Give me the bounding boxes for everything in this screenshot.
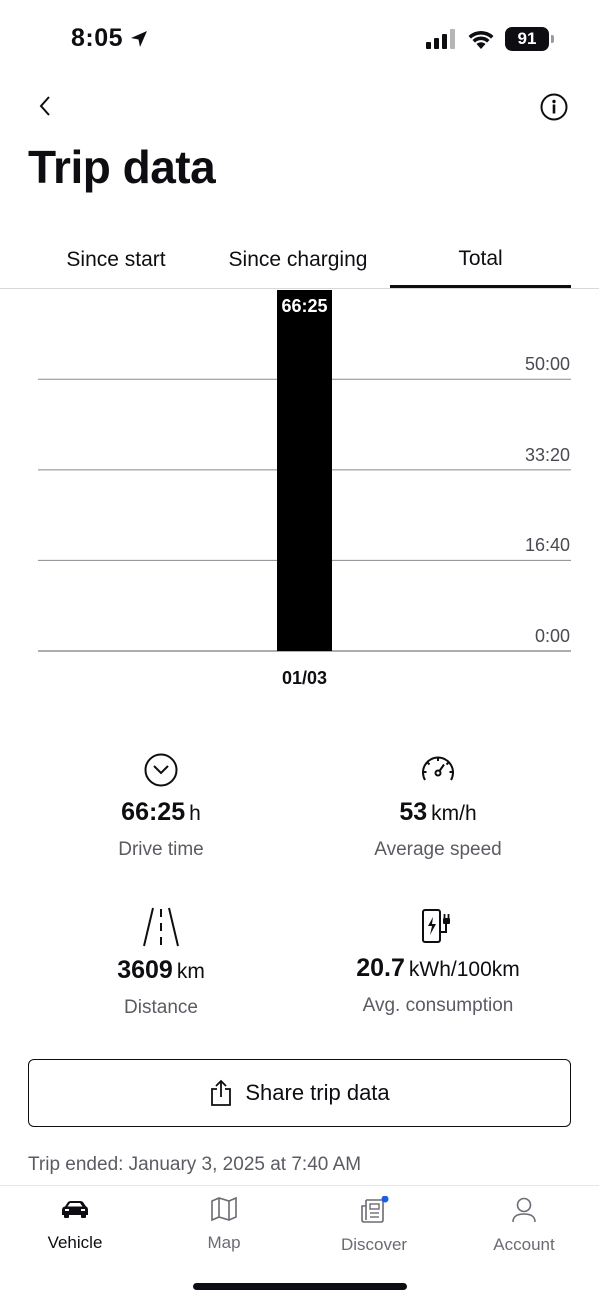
location-arrow-icon xyxy=(131,30,148,47)
back-button[interactable] xyxy=(30,90,62,122)
chart-bar[interactable] xyxy=(277,290,332,651)
share-button-label: Share trip data xyxy=(245,1080,390,1105)
nav-item-discover[interactable]: Discover xyxy=(314,1195,434,1255)
wifi-icon xyxy=(468,30,494,49)
distance-unit: km xyxy=(176,960,205,983)
map-icon xyxy=(211,1196,237,1222)
trip-ended-text: Trip ended: January 3, 2025 at 7:40 AM xyxy=(28,1154,362,1175)
status-bar: 8:05 91 xyxy=(0,0,599,82)
bar-data-label: 66:25 xyxy=(281,296,328,316)
car-icon xyxy=(62,1201,88,1218)
nav-item-account[interactable]: Account xyxy=(464,1196,584,1255)
charging-station-icon xyxy=(422,909,450,943)
stat-avg-consumption: 20.7 kWh/100km Avg. consumption xyxy=(318,906,558,1017)
info-icon xyxy=(540,93,568,121)
status-indicators: 91 xyxy=(425,27,554,51)
chart-svg xyxy=(38,290,571,652)
nav-label-vehicle: Vehicle xyxy=(47,1233,103,1252)
cellular-signal-icon xyxy=(426,29,455,49)
y-tick-label: 16:40 xyxy=(524,535,570,556)
distance-value: 3609 xyxy=(117,956,173,984)
stat-drive-time: 66:25 h Drive time xyxy=(61,752,261,861)
road-icon xyxy=(143,907,179,947)
x-tick-label: 01/03 xyxy=(281,668,328,688)
tab-since-start[interactable]: Since start xyxy=(30,232,202,288)
battery-level: 91 xyxy=(517,29,537,48)
tab-total[interactable]: Total xyxy=(390,232,571,288)
info-button[interactable] xyxy=(539,92,569,122)
average-speed-unit: km/h xyxy=(431,802,477,825)
average-speed-value-row: 53 km/h xyxy=(338,798,538,827)
clock-icon xyxy=(144,753,178,787)
share-trip-data-button[interactable]: Share trip data xyxy=(28,1059,571,1127)
avg-consumption-value: 20.7 xyxy=(356,954,405,982)
nav-item-vehicle[interactable]: Vehicle xyxy=(15,1196,135,1253)
person-icon xyxy=(512,1197,536,1223)
y-tick-label: 33:20 xyxy=(524,444,570,465)
home-indicator xyxy=(193,1283,407,1290)
status-time: 8:05 xyxy=(71,24,149,53)
distance-value-row: 3609 km xyxy=(61,956,261,985)
y-tick-label: 0:00 xyxy=(534,626,570,646)
avg-consumption-value-row: 20.7 kWh/100km xyxy=(318,954,558,983)
drive-time-unit: h xyxy=(189,802,201,825)
drive-time-label: Drive time xyxy=(118,839,204,860)
page-title: Trip data xyxy=(28,141,216,193)
tab-bar: Since start Since charging Total xyxy=(0,232,599,290)
nav-label-map: Map xyxy=(207,1233,241,1252)
drive-time-value: 66:25 xyxy=(121,798,186,826)
stat-distance: 3609 km Distance xyxy=(61,906,261,1019)
nav-label-account: Account xyxy=(493,1235,555,1254)
share-icon xyxy=(211,1079,232,1106)
avg-consumption-label: Avg. consumption xyxy=(362,995,514,1016)
y-tick-label: 50:00 xyxy=(524,354,570,375)
chevron-left-icon xyxy=(39,96,50,116)
nav-label-discover: Discover xyxy=(340,1235,408,1254)
average-speed-label: Average speed xyxy=(374,839,502,860)
avg-consumption-unit: kWh/100km xyxy=(408,958,520,981)
distance-label: Distance xyxy=(124,997,198,1018)
drive-time-value-row: 66:25 h xyxy=(61,798,261,827)
speedometer-icon xyxy=(422,756,454,781)
nav-item-map[interactable]: Map xyxy=(164,1196,284,1253)
bottom-nav: Vehicle Map Discover Account xyxy=(0,1185,599,1300)
status-time-text: 8:05 xyxy=(71,24,124,52)
battery-indicator: 91 xyxy=(505,27,554,51)
stat-average-speed: 53 km/h Average speed xyxy=(338,752,538,861)
average-speed-value: 53 xyxy=(399,798,428,826)
tab-since-charging[interactable]: Since charging xyxy=(210,232,386,288)
newspaper-icon xyxy=(361,1195,389,1223)
drive-time-chart: 0:00 16:40 33:20 50:00 66:25 01/03 xyxy=(0,289,599,709)
